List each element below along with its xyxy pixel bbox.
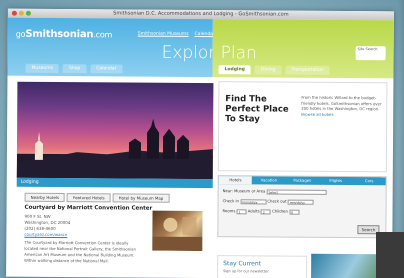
tab-hotel-map[interactable]: Hotel by Museum Map [112,193,170,203]
children-label: Children [272,208,288,214]
site-header: goSmithsonian.com Smithsonian Museums Ca… [7,17,394,79]
rooms-label: Rooms [222,208,236,214]
logo-prefix: go [15,29,26,39]
tab-hotels[interactable]: Hotels [218,176,253,185]
tab-vacation[interactable]: Vacation [252,176,285,184]
promo-card: Find The Perfect Place To Stay From the … [217,81,388,173]
site-logo[interactable]: goSmithsonian.com [16,29,112,41]
site-search-input[interactable]: Site Search [355,46,386,61]
capitol-skyline-image [16,118,213,180]
tab-nearby-hotels[interactable]: Nearby Hotels [24,192,66,203]
explore-section: goSmithsonian.com Smithsonian Museums Ca… [7,17,342,78]
left-column: Lodging Nearby Hotels Featured Hotels Ho… [6,76,214,278]
monitor-corner [376,232,404,278]
nav-museums[interactable]: Smithsonian Museums [138,32,189,37]
hotel-photo[interactable] [152,210,203,252]
hero-photo [16,81,214,180]
browse-hotels-link[interactable]: Browse all hotels [301,111,333,116]
lodging-tabs: Nearby Hotels Featured Hotels Hotel by M… [24,192,170,203]
explore-tabs: Museums Shop Calendar [25,63,123,74]
tab-shop[interactable]: Shop [62,64,87,74]
guests-row: Rooms 1 Adults 2 Children 0 [222,208,300,215]
tab-lodging[interactable]: Lodging [218,65,251,75]
near-label: Near: Museum or Area [222,188,266,194]
tab-calendar[interactable]: Calendar [90,64,123,74]
checkin-input[interactable]: mm/dd/yy [240,198,267,204]
adults-select[interactable]: 2 [260,208,271,214]
checkin-label: Check in [222,198,239,204]
booking-tabs: Hotels Vacation Packages Flights Cars [218,176,386,186]
newsletter-subtitle: Sign up for our newsletter [223,269,269,274]
plan-tabs: Lodging Dining Transportation [218,65,330,75]
hotel-address: 900 F St. NW Washington, DC 20004 (202) … [24,214,70,238]
newsletter-card: Stay Current Sign up for our newsletter [217,255,308,278]
near-select[interactable]: Select [266,188,327,195]
tab-transportation[interactable]: Transportation [285,65,330,75]
tab-dining[interactable]: Dining [254,65,282,75]
tab-featured-hotels[interactable]: Featured Hotels [66,193,111,203]
plan-title[interactable]: Plan [221,43,257,63]
near-row: Near: Museum or Area Select [222,188,327,195]
plan-section: Plan Site Search Lodging Dining Transpor… [212,19,394,79]
dates-row: Check in mm/dd/yy Check out mm/dd/yy [222,198,314,205]
promo-text: From the historic Willard to the budget-… [301,95,387,118]
hotel-title[interactable]: Courtyard by Marriott Convention Center [25,205,153,212]
checkout-input[interactable]: mm/dd/yy [287,199,314,205]
newsletter-title[interactable]: Stay Current [223,260,261,267]
browser-window: Smithsonian D.C. Accommodations and Lodg… [6,8,394,278]
hotel-description: The Courtyard by Marriott Convention Cen… [24,239,136,264]
logo-name: Smithsonian [25,28,94,41]
tab-museums[interactable]: Museums [25,63,59,74]
logo-suffix: .com [93,30,113,40]
page-content: Lodging Nearby Hotels Featured Hotels Ho… [6,76,393,278]
promo-body: From the historic Willard to the budget-… [301,94,382,112]
right-column: Find The Perfect Place To Stay From the … [211,77,393,278]
hotel-link[interactable]: courtyard.com/wascn [24,232,70,238]
booking-panel: Hotels Vacation Packages Flights Cars Ne… [217,175,387,239]
rooms-select[interactable]: 1 [236,208,247,214]
tab-packages[interactable]: Packages [286,177,319,185]
adults-label: Adults [247,208,260,214]
tab-cars[interactable]: Cars [352,177,385,185]
children-select[interactable]: 0 [289,209,300,215]
tab-flights[interactable]: Flights [319,177,352,185]
checkout-label: Check out [267,198,287,204]
promo-headline: Find The Perfect Place To Stay [225,94,289,125]
photo-caption: Lodging [16,177,213,189]
